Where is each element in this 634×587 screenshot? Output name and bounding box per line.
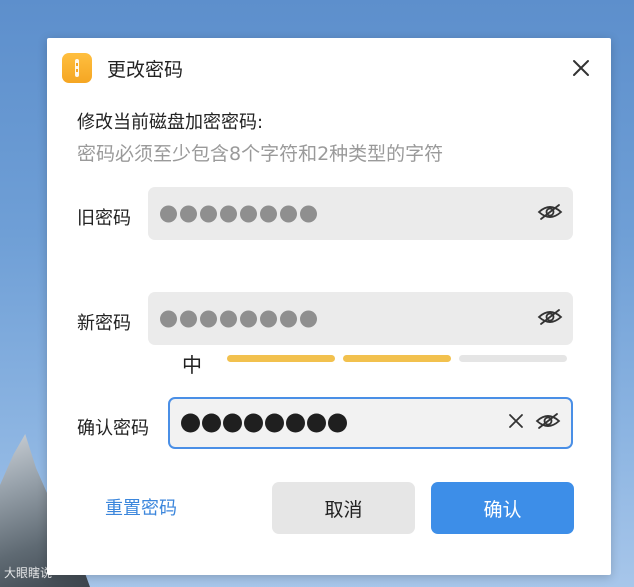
- change-password-dialog: 更改密码 修改当前磁盘加密密码: 密码必须至少包含8个字符和2种类型的字符 旧密…: [47, 38, 611, 575]
- password-dot: [300, 205, 317, 222]
- clear-icon[interactable]: [507, 412, 525, 434]
- password-dot: [280, 310, 297, 327]
- password-dot: [244, 413, 263, 433]
- password-dot: [240, 205, 257, 222]
- old-password-field[interactable]: [148, 187, 573, 240]
- password-dot: [240, 310, 257, 327]
- password-dot: [202, 413, 221, 433]
- dialog-title: 更改密码: [107, 59, 184, 81]
- watermark: 大眼瞎说: [4, 566, 53, 580]
- password-dot: [260, 205, 277, 222]
- new-password-label: 新密码: [77, 313, 131, 334]
- password-dot: [180, 205, 197, 222]
- password-dot: [160, 205, 177, 222]
- strength-bar-1: [227, 355, 335, 362]
- reset-password-link[interactable]: 重置密码: [105, 494, 177, 520]
- eye-off-icon[interactable]: [535, 412, 561, 434]
- lock-app-icon: [62, 53, 92, 83]
- eye-off-icon[interactable]: [537, 203, 563, 225]
- old-password-label: 旧密码: [77, 208, 131, 229]
- new-password-field[interactable]: [148, 292, 573, 345]
- confirm-password-field[interactable]: [168, 397, 573, 449]
- password-mask: [181, 413, 347, 433]
- password-mask: [160, 310, 317, 327]
- password-dot: [220, 310, 237, 327]
- password-dot: [180, 310, 197, 327]
- cancel-button[interactable]: 取消: [272, 482, 415, 534]
- confirm-button[interactable]: 确认: [431, 482, 574, 534]
- close-icon[interactable]: [569, 56, 593, 80]
- password-dot: [280, 205, 297, 222]
- strength-bar-3: [459, 355, 567, 362]
- password-dot: [300, 310, 317, 327]
- password-dot: [200, 205, 217, 222]
- password-dot: [260, 310, 277, 327]
- password-dot: [223, 413, 242, 433]
- password-dot: [181, 413, 200, 433]
- password-dot: [307, 413, 326, 433]
- eye-off-icon[interactable]: [537, 308, 563, 330]
- password-dot: [265, 413, 284, 433]
- password-dot: [328, 413, 347, 433]
- password-dot: [286, 413, 305, 433]
- strength-bar-2: [343, 355, 451, 362]
- password-dot: [220, 205, 237, 222]
- dialog-description: 修改当前磁盘加密密码:: [77, 112, 264, 133]
- password-dot: [160, 310, 177, 327]
- password-mask: [160, 205, 317, 222]
- password-hint: 密码必须至少包含8个字符和2种类型的字符: [77, 143, 444, 165]
- confirm-password-label: 确认密码: [77, 418, 149, 439]
- strength-label: 中: [182, 353, 202, 377]
- password-dot: [200, 310, 217, 327]
